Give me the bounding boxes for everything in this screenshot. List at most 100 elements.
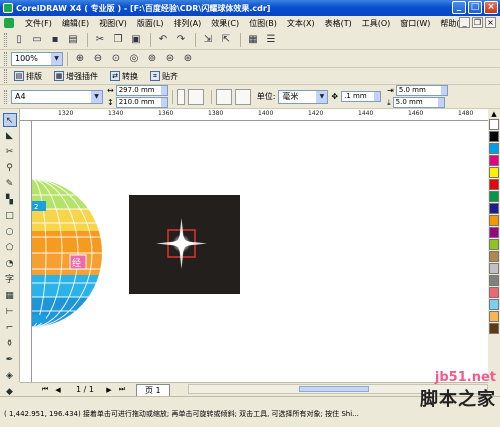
new-file-icon[interactable]: ▯	[11, 32, 27, 48]
crop-tool-icon[interactable]: ✂	[3, 145, 17, 159]
undo-icon[interactable]: ↶	[155, 32, 171, 48]
duplicate-distance-y-field[interactable]: 5.0 mm	[392, 97, 445, 108]
vertical-ruler[interactable]	[20, 121, 32, 382]
eyedropper-tool-icon[interactable]: ⚱	[3, 337, 17, 351]
copy-icon[interactable]: ❐	[110, 32, 126, 48]
redo-icon[interactable]: ↷	[173, 32, 189, 48]
menu-file[interactable]: 文件(F)	[20, 18, 57, 29]
zoom-all-icon[interactable]: ◎	[126, 51, 142, 67]
snap-button[interactable]: ⌗ 贴齐	[147, 69, 181, 83]
palette-swatch[interactable]	[489, 251, 499, 262]
basic-shapes-tool-icon[interactable]: ◔	[3, 257, 17, 271]
palette-swatch[interactable]	[489, 287, 499, 298]
application-launcher-icon[interactable]: ▦	[245, 32, 261, 48]
menu-tools[interactable]: 工具(O)	[357, 18, 396, 29]
ellipse-tool-icon[interactable]: ○	[3, 225, 17, 239]
close-button[interactable]: ×	[484, 1, 498, 14]
palette-scroll-up-icon[interactable]: ▲	[491, 109, 496, 119]
nudge-distance-field[interactable]: .1 mm	[341, 91, 382, 102]
polygon-tool-icon[interactable]: ⬠	[3, 241, 17, 255]
print-icon[interactable]: ▤	[65, 32, 81, 48]
save-icon[interactable]: ▪	[47, 32, 63, 48]
palette-swatch[interactable]	[489, 143, 499, 154]
last-page-icon[interactable]: ⏭	[117, 385, 127, 394]
zoom-width-icon[interactable]: ⊜	[162, 51, 178, 67]
previous-page-icon[interactable]: ◀	[53, 386, 63, 394]
palette-swatch[interactable]	[489, 131, 499, 142]
menu-view[interactable]: 视图(V)	[94, 18, 132, 29]
page-tab[interactable]: 页 1	[135, 383, 170, 396]
menu-bitmaps[interactable]: 位图(B)	[244, 18, 282, 29]
doc-close-button[interactable]: ×	[485, 17, 496, 28]
menu-window[interactable]: 窗口(W)	[395, 18, 435, 29]
landscape-icon[interactable]	[187, 88, 204, 105]
text-tool-icon[interactable]: 字	[3, 273, 17, 287]
maximize-button[interactable]: □	[468, 1, 482, 14]
export-icon[interactable]: ⇱	[218, 32, 234, 48]
freehand-tool-icon[interactable]: ✎	[3, 177, 17, 191]
doc-minimize-button[interactable]: _	[459, 17, 470, 28]
toolbar-grip[interactable]	[4, 69, 7, 83]
typesetting-button[interactable]: ▤ 排版	[11, 69, 45, 83]
current-page-icon[interactable]	[234, 88, 251, 105]
zoom-tool-icon[interactable]: ⚲	[3, 161, 17, 175]
doc-restore-button[interactable]: ❐	[472, 17, 483, 28]
sparkle-star-graphic[interactable]	[129, 195, 240, 294]
drawing-canvas[interactable]: 2 经	[32, 121, 488, 382]
first-page-icon[interactable]: ⏮	[40, 385, 50, 394]
dimension-tool-icon[interactable]: ⊢	[3, 305, 17, 319]
menu-effects[interactable]: 效果(C)	[206, 18, 244, 29]
palette-swatch[interactable]	[489, 119, 499, 130]
palette-swatch[interactable]	[489, 311, 499, 322]
palette-swatch[interactable]	[489, 191, 499, 202]
options-icon[interactable]: ☰	[263, 32, 279, 48]
horizontal-scroll-thumb[interactable]	[299, 386, 369, 392]
toolbar-grip[interactable]	[4, 32, 7, 47]
palette-swatch[interactable]	[489, 203, 499, 214]
menu-text[interactable]: 文本(X)	[282, 18, 320, 29]
chevron-down-icon[interactable]: ▼	[316, 90, 328, 103]
smart-fill-tool-icon[interactable]: ▚	[3, 193, 17, 207]
rectangle-tool-icon[interactable]: □	[3, 209, 17, 223]
chevron-down-icon[interactable]: ▼	[91, 90, 102, 103]
palette-swatch[interactable]	[489, 275, 499, 286]
palette-swatch[interactable]	[489, 263, 499, 274]
pick-tool-icon[interactable]: ↖	[2, 113, 17, 127]
palette-swatch[interactable]	[489, 179, 499, 190]
portrait-icon[interactable]	[176, 88, 185, 105]
zoom-page-icon[interactable]: ⊚	[144, 51, 160, 67]
palette-swatch[interactable]	[489, 299, 499, 310]
paper-size-combo[interactable]: A4 ▼	[11, 89, 103, 104]
zoom-out-icon[interactable]: ⊖	[90, 51, 106, 67]
connector-tool-icon[interactable]: ⌐	[3, 321, 17, 335]
zoom-level-combo[interactable]: 100% ▼	[11, 51, 63, 66]
palette-swatch[interactable]	[489, 167, 499, 178]
zoom-selected-icon[interactable]: ⊙	[108, 51, 124, 67]
zoom-in-icon[interactable]: ⊕	[72, 51, 88, 67]
page-height-field[interactable]: 210.0 mm	[115, 97, 168, 108]
horizontal-ruler[interactable]: 1320 1340 1360 1380 1400 1420 1440 1460 …	[20, 109, 488, 121]
page-width-field[interactable]: 297.0 mm	[115, 85, 168, 96]
enhanced-plugin-button[interactable]: ▦ 增强插件	[51, 69, 101, 83]
menu-layout[interactable]: 版面(L)	[132, 18, 169, 29]
document-icon[interactable]	[4, 18, 14, 28]
palette-swatch[interactable]	[489, 155, 499, 166]
striped-sphere-graphic[interactable]: 2 经	[32, 179, 102, 327]
open-folder-icon[interactable]: ▭	[29, 32, 45, 48]
duplicate-distance-x-field[interactable]: 5.0 mm	[395, 85, 448, 96]
all-pages-icon[interactable]	[215, 88, 232, 105]
cut-icon[interactable]: ✂	[92, 32, 108, 48]
chevron-down-icon[interactable]: ▼	[51, 52, 62, 65]
toolbar-grip[interactable]	[4, 51, 7, 66]
outline-pen-tool-icon[interactable]: ✒	[3, 353, 17, 367]
zoom-height-icon[interactable]: ⊛	[180, 51, 196, 67]
menu-edit[interactable]: 编辑(E)	[57, 18, 94, 29]
menu-table[interactable]: 表格(T)	[320, 18, 357, 29]
unit-combo[interactable]: 毫米 ▼	[278, 89, 329, 104]
import-icon[interactable]: ⇲	[200, 32, 216, 48]
palette-swatch[interactable]	[489, 323, 499, 334]
palette-swatch[interactable]	[489, 215, 499, 226]
table-tool-icon[interactable]: ▦	[3, 289, 17, 303]
palette-swatch[interactable]	[489, 239, 499, 250]
shape-tool-icon[interactable]: ◣	[3, 129, 17, 143]
